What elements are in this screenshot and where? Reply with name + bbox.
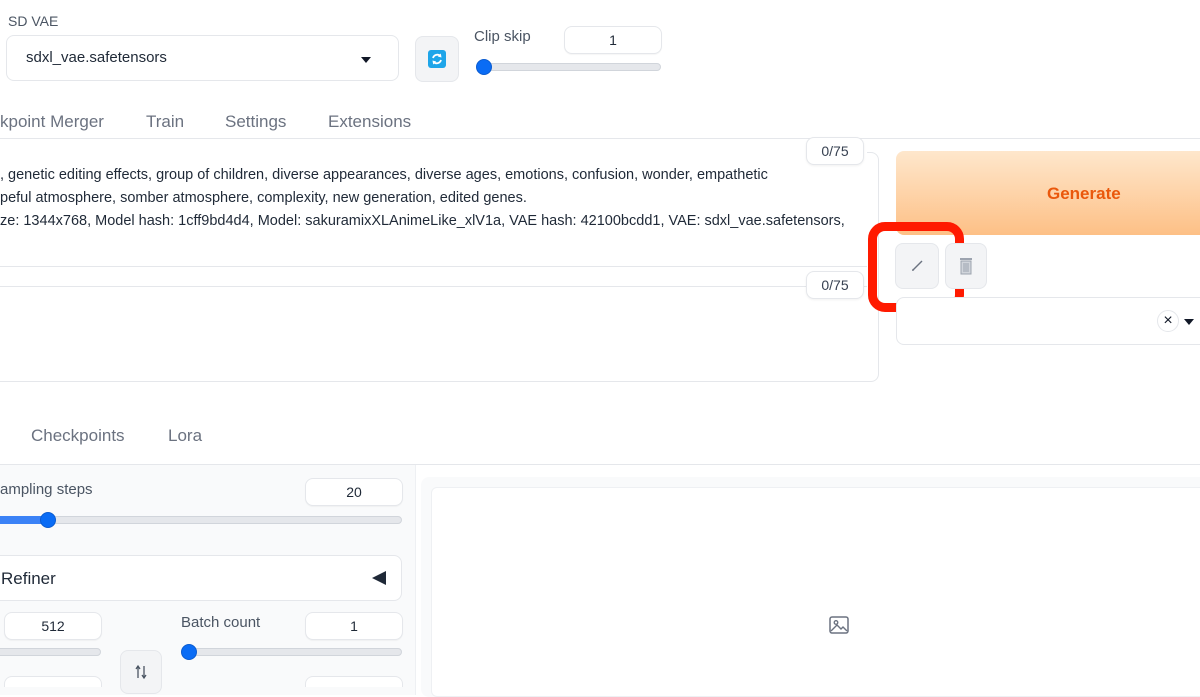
sd-vae-dropdown[interactable]: sdxl_vae.safetensors	[6, 35, 399, 81]
refiner-label: Refiner	[1, 569, 56, 588]
prompt-token-counter: 0/75	[806, 137, 864, 165]
batch-size-input[interactable]	[305, 676, 403, 687]
negative-prompt-token-counter: 0/75	[806, 271, 864, 299]
width-slider[interactable]	[0, 648, 101, 656]
sd-vae-label: SD VAE	[8, 13, 59, 29]
prompt-line-2: peful atmosphere, somber atmosphere, com…	[0, 190, 527, 206]
batch-count-slider[interactable]	[181, 644, 402, 660]
chevron-down-icon	[1184, 319, 1194, 325]
sampling-steps-slider-thumb[interactable]	[40, 512, 56, 528]
tab-lora[interactable]: Lora	[168, 426, 202, 446]
prompt-line-1: , genetic editing effects, group of chil…	[0, 167, 768, 183]
sampling-steps-slider[interactable]	[0, 512, 402, 528]
clip-skip-slider[interactable]	[476, 59, 661, 75]
sampling-steps-label: ampling steps	[0, 481, 93, 498]
swap-icon	[135, 664, 147, 680]
edit-button[interactable]	[895, 243, 939, 289]
output-gallery[interactable]	[431, 487, 1200, 697]
tab-settings[interactable]: Settings	[225, 112, 286, 132]
triangle-left-icon	[372, 571, 386, 585]
vae-refresh-button[interactable]	[415, 36, 459, 82]
refresh-icon	[428, 50, 446, 68]
sd-vae-value: sdxl_vae.safetensors	[26, 49, 167, 66]
clip-skip-label: Clip skip	[474, 28, 531, 45]
image-icon	[829, 616, 849, 634]
sampling-steps-input[interactable]: 20	[305, 478, 403, 506]
close-icon: ×	[1163, 312, 1173, 329]
generate-label: Generate	[1047, 184, 1121, 203]
height-input[interactable]	[4, 676, 102, 687]
clip-skip-input[interactable]: 1	[564, 26, 662, 54]
tab-checkpoints[interactable]: Checkpoints	[31, 426, 125, 446]
refiner-accordion[interactable]: Refiner	[0, 555, 402, 601]
prompt-line-3: ze: 1344x768, Model hash: 1cff9bd4d4, Mo…	[0, 213, 845, 229]
batch-count-input[interactable]: 1	[305, 612, 403, 640]
styles-dropdown[interactable]: ×	[896, 297, 1200, 345]
clip-skip-slider-thumb[interactable]	[476, 59, 492, 75]
trash-button[interactable]	[945, 243, 987, 289]
styles-clear-button[interactable]: ×	[1157, 310, 1179, 332]
pencil-icon	[912, 260, 923, 271]
tab-extensions[interactable]: Extensions	[328, 112, 411, 132]
prompt-textarea[interactable]: , genetic editing effects, group of chil…	[0, 152, 867, 267]
swap-dimensions-button[interactable]	[120, 650, 162, 694]
tabs-divider	[0, 138, 1200, 139]
tab-train[interactable]: Train	[146, 112, 184, 132]
width-input[interactable]: 512	[4, 612, 102, 640]
negative-prompt-textarea[interactable]	[0, 286, 867, 376]
batch-count-label: Batch count	[181, 614, 261, 631]
trash-icon	[960, 258, 972, 275]
batch-count-slider-thumb[interactable]	[181, 644, 197, 660]
tab-checkpoint-merger[interactable]: kpoint Merger	[0, 112, 104, 132]
chevron-down-icon	[361, 57, 371, 63]
